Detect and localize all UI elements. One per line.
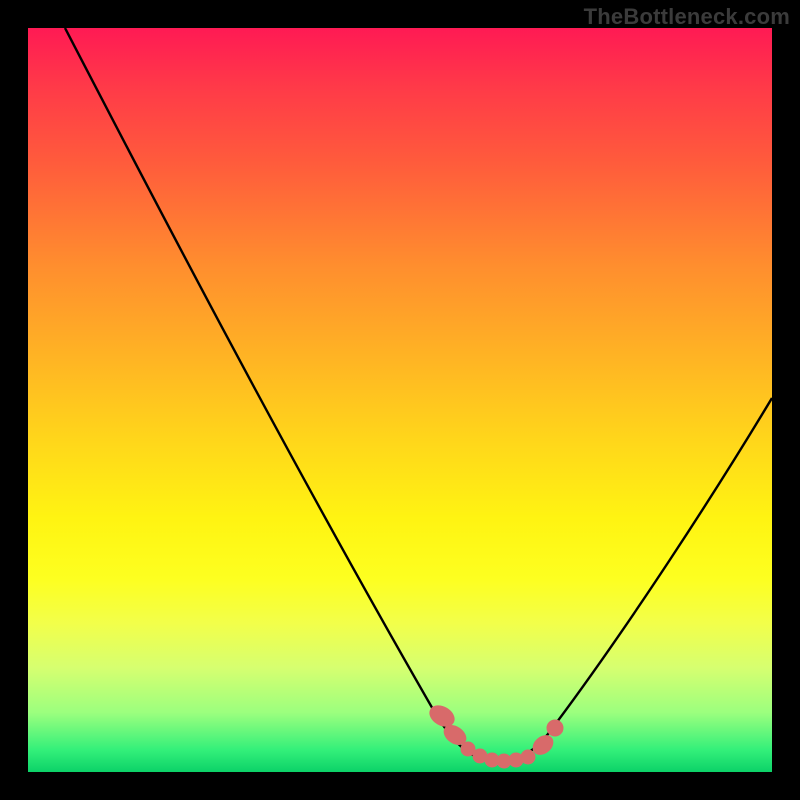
bottleneck-curve-path [65,28,772,761]
chart-frame: TheBottleneck.com [0,0,800,800]
plot-area [28,28,772,772]
watermark-text: TheBottleneck.com [584,4,790,30]
optimal-region-markers [426,702,563,768]
bottleneck-curve-svg [28,28,772,772]
